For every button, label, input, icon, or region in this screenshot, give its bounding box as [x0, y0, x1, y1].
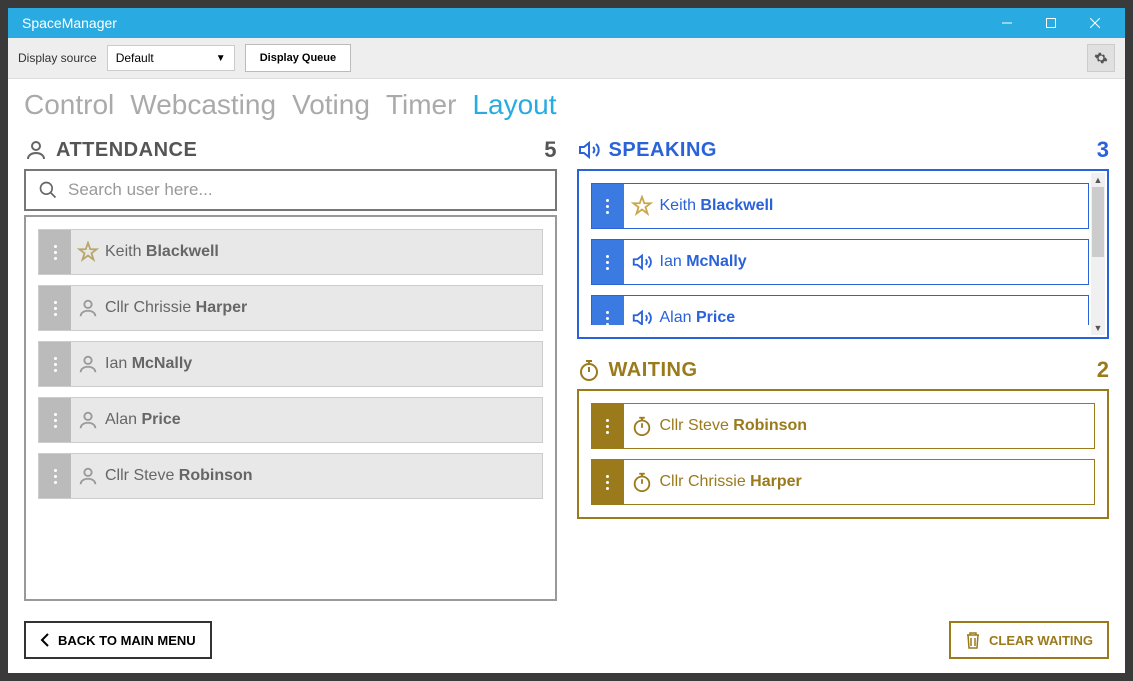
person-icon	[71, 465, 105, 487]
search-icon	[38, 180, 58, 200]
attendance-count: 5	[544, 137, 556, 163]
settings-button[interactable]	[1087, 44, 1115, 72]
timer-icon	[577, 358, 601, 382]
attendee-name: Alan Price	[105, 411, 181, 429]
tab-layout[interactable]: Layout	[472, 89, 556, 121]
content: ATTENDANCE 5 Keith Blackwell Cllr Chrissi…	[8, 123, 1125, 613]
waiting-name: Cllr Chrissie Harper	[660, 473, 802, 491]
speaking-item[interactable]: Keith Blackwell	[591, 183, 1090, 229]
tab-webcasting[interactable]: Webcasting	[130, 89, 276, 121]
maximize-icon	[1046, 18, 1056, 28]
attendance-item[interactable]: Keith Blackwell	[38, 229, 543, 275]
person-icon	[71, 409, 105, 431]
attendance-header: ATTENDANCE 5	[24, 137, 557, 163]
waiting-item[interactable]: Cllr Steve Robinson	[591, 403, 1096, 449]
drag-handle[interactable]	[39, 342, 71, 386]
back-button[interactable]: BACK TO MAIN MENU	[24, 621, 212, 659]
display-queue-button[interactable]: Display Queue	[245, 44, 351, 72]
attendance-panel: ATTENDANCE 5 Keith Blackwell Cllr Chrissi…	[24, 137, 557, 601]
scroll-thumb[interactable]	[1092, 187, 1104, 257]
window-controls	[985, 8, 1117, 38]
tab-timer[interactable]: Timer	[386, 89, 457, 121]
drag-handle[interactable]	[592, 460, 624, 504]
drag-handle[interactable]	[592, 240, 624, 284]
footer: BACK TO MAIN MENU CLEAR WAITING	[8, 613, 1125, 673]
speaker-name: Keith Blackwell	[660, 197, 774, 215]
titlebar: SpaceManager	[8, 8, 1125, 38]
gear-icon	[1094, 51, 1108, 65]
drag-handle[interactable]	[39, 286, 71, 330]
star-icon	[624, 195, 660, 217]
drag-handle[interactable]	[592, 184, 624, 228]
search-box	[24, 169, 557, 211]
speaker-name: Alan Price	[660, 309, 736, 325]
speaker-name: Ian McNally	[660, 253, 747, 271]
waiting-panel: WAITING 2 Cllr Steve Robinson Cllr Chriss…	[577, 357, 1110, 519]
person-icon	[71, 353, 105, 375]
maximize-button[interactable]	[1029, 8, 1073, 38]
attendee-name: Cllr Steve Robinson	[105, 467, 253, 485]
drag-handle[interactable]	[39, 230, 71, 274]
chevron-left-icon	[40, 633, 50, 647]
attendance-list: Keith Blackwell Cllr Chrissie Harper Ian M…	[24, 215, 557, 601]
drag-handle[interactable]	[592, 296, 624, 325]
tab-control[interactable]: Control	[24, 89, 114, 121]
tabs: Control Webcasting Voting Timer Layout	[8, 79, 1125, 123]
minimize-button[interactable]	[985, 8, 1029, 38]
right-column: SPEAKING 3 Keith Blackwell Ian McNally Ala…	[577, 137, 1110, 601]
drag-handle[interactable]	[592, 404, 624, 448]
speaker-icon	[624, 251, 660, 273]
display-source-select[interactable]: Default ▼	[107, 45, 235, 71]
minimize-icon	[1002, 18, 1012, 28]
person-icon	[71, 297, 105, 319]
scroll-down-icon[interactable]: ▼	[1091, 321, 1105, 335]
clear-waiting-button[interactable]: CLEAR WAITING	[949, 621, 1109, 659]
attendee-name: Keith Blackwell	[105, 243, 219, 261]
waiting-name: Cllr Steve Robinson	[660, 417, 808, 435]
close-icon	[1090, 18, 1100, 28]
speaking-header: SPEAKING 3	[577, 137, 1110, 163]
display-source-label: Display source	[18, 51, 97, 65]
attendance-item[interactable]: Cllr Steve Robinson	[38, 453, 543, 499]
waiting-box: Cllr Steve Robinson Cllr Chrissie Harper	[577, 389, 1110, 519]
waiting-header: WAITING 2	[577, 357, 1110, 383]
timer-icon	[624, 415, 660, 437]
speaking-box: Keith Blackwell Ian McNally Alan Price ▲ ▼	[577, 169, 1110, 339]
attendance-item[interactable]: Ian McNally	[38, 341, 543, 387]
attendee-name: Cllr Chrissie Harper	[105, 299, 247, 317]
person-icon	[24, 138, 48, 162]
close-button[interactable]	[1073, 8, 1117, 38]
window-title: SpaceManager	[22, 15, 985, 31]
drag-handle[interactable]	[39, 454, 71, 498]
tab-voting[interactable]: Voting	[292, 89, 370, 121]
search-input[interactable]	[68, 180, 543, 200]
speaking-item[interactable]: Ian McNally	[591, 239, 1090, 285]
waiting-item[interactable]: Cllr Chrissie Harper	[591, 459, 1096, 505]
timer-icon	[624, 471, 660, 493]
drag-handle[interactable]	[39, 398, 71, 442]
toolbar: Display source Default ▼ Display Queue	[8, 38, 1125, 79]
attendance-item[interactable]: Alan Price	[38, 397, 543, 443]
speaking-panel: SPEAKING 3 Keith Blackwell Ian McNally Ala…	[577, 137, 1110, 339]
star-icon	[71, 241, 105, 263]
speaking-item[interactable]: Alan Price	[591, 295, 1090, 325]
app-window: SpaceManager Display source Default ▼ Di…	[8, 8, 1125, 673]
chevron-down-icon: ▼	[216, 53, 226, 64]
speaker-icon	[577, 138, 601, 162]
attendance-item[interactable]: Cllr Chrissie Harper	[38, 285, 543, 331]
trash-icon	[965, 631, 981, 649]
attendee-name: Ian McNally	[105, 355, 192, 373]
speaker-icon	[624, 307, 660, 325]
scrollbar[interactable]: ▲ ▼	[1091, 173, 1105, 335]
speaking-count: 3	[1097, 137, 1109, 163]
display-source-value: Default	[116, 51, 154, 65]
waiting-count: 2	[1097, 357, 1109, 383]
scroll-up-icon[interactable]: ▲	[1091, 173, 1105, 187]
